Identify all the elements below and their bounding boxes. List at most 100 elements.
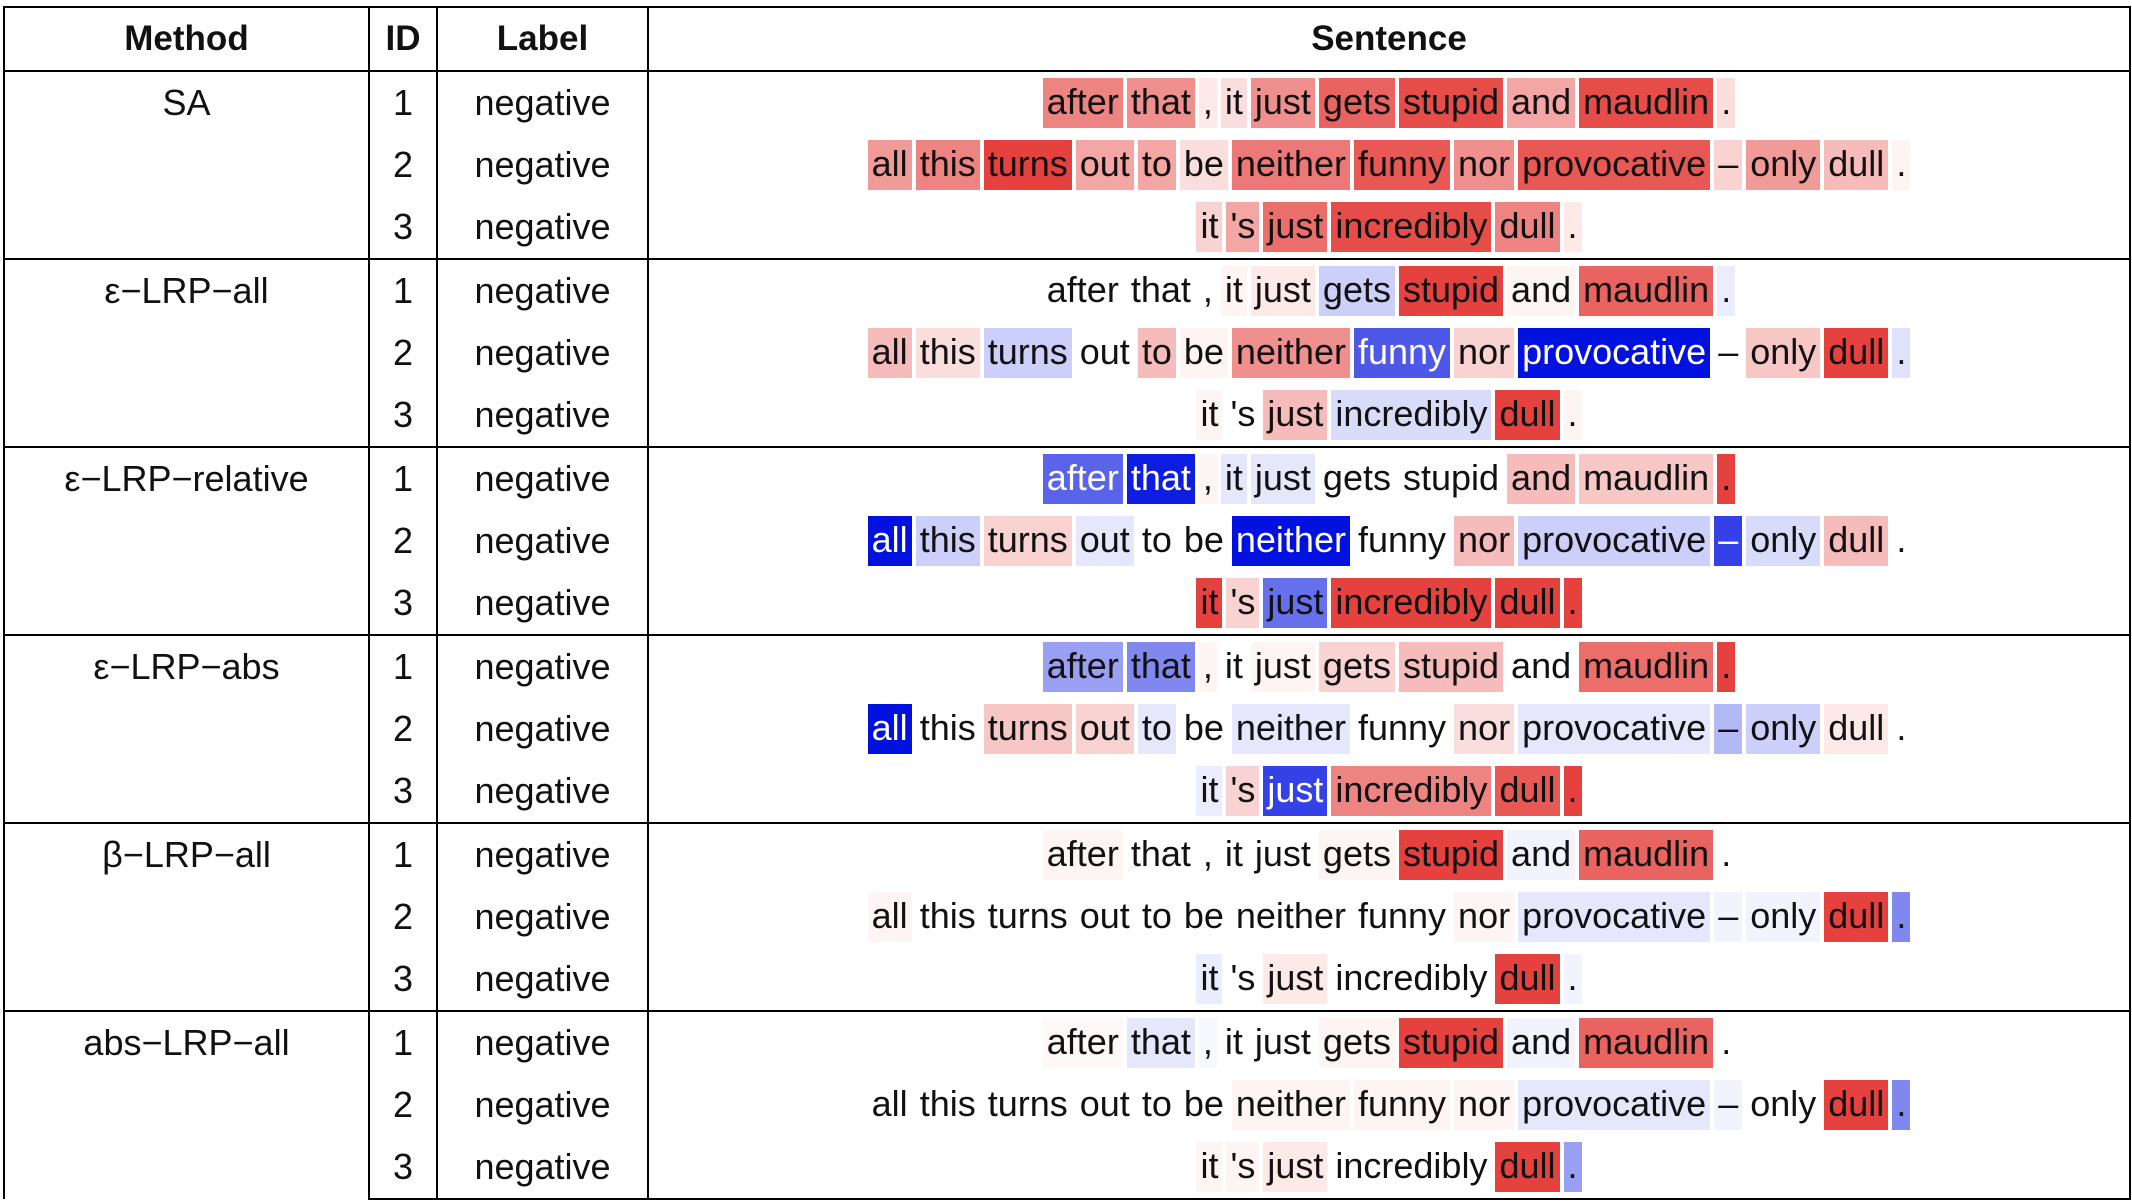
heatmap-token: and [1507,1018,1576,1068]
heatmap-token: funny [1353,140,1451,190]
heatmap-token: gets [1318,642,1395,692]
heatmap-token: it [1196,766,1223,816]
heatmap-token: to [1137,1080,1176,1130]
header-method: Method [3,6,370,72]
heatmap-token: it [1220,454,1247,504]
heatmap-sentence: all this turns out to be neither funny nor provoc… [866,892,1913,942]
heatmap-sentence: it's just incredibly dull. [1194,390,1583,440]
heatmap-token: that [1126,266,1195,316]
method-name: abs−LRP−all [83,1022,290,1063]
heatmap-token: this [915,892,980,942]
heatmap-token: dull [1495,390,1560,440]
heatmap-token: be [1179,140,1228,190]
sentence-cell: it's just incredibly dull. [647,948,2131,1012]
heatmap-token: . [1717,1018,1736,1068]
row-id: 1 [368,70,438,134]
heatmap-token: 's [1226,954,1260,1004]
row-label: negative [436,572,649,636]
heatmap-token: just [1250,454,1315,504]
results-table: Method ID Label Sentence SA 1 negative afte… [3,6,2131,1200]
heatmap-token: dull [1495,578,1560,628]
heatmap-token: incredibly [1331,954,1492,1004]
heatmap-token: dull [1495,954,1560,1004]
heatmap-token: – [1714,140,1743,190]
heatmap-token: be [1179,892,1228,942]
heatmap-token: it [1196,578,1223,628]
heatmap-token: all [867,704,912,754]
sentence-cell: it's just incredibly dull. [647,196,2131,260]
heatmap-token: gets [1318,830,1395,880]
sentence-cell: after that, it just gets stupid and maudlin. [647,634,2131,698]
heatmap-token: after [1042,830,1123,880]
heatmap-token: only [1746,140,1821,190]
table-body: SA 1 negative after that, it just gets stupid and… [3,70,2131,1200]
heatmap-token: turns [983,140,1072,190]
heatmap-token: neither [1231,140,1350,190]
heatmap-token: incredibly [1331,202,1492,252]
row-label: negative [436,1136,649,1200]
header-sentence: Sentence [647,6,2131,72]
heatmap-token: nor [1454,892,1515,942]
heatmap-token: that [1126,830,1195,880]
heatmap-token: gets [1318,78,1395,128]
heatmap-token: this [915,516,980,566]
heatmap-token: turns [983,704,1072,754]
heatmap-token: gets [1318,1018,1395,1068]
heatmap-token: this [915,140,980,190]
heatmap-token: dull [1824,140,1889,190]
heatmap-token: incredibly [1331,390,1492,440]
method-name: SA [162,82,211,123]
heatmap-token: incredibly [1331,766,1492,816]
heatmap-token: be [1179,328,1228,378]
heatmap-token: this [915,1080,980,1130]
sentence-cell: all this turns out to be neither funny nor provoc… [647,886,2131,948]
heatmap-token: stupid [1398,266,1504,316]
heatmap-token: , [1198,78,1217,128]
heatmap-token: and [1507,642,1576,692]
row-id: 3 [368,760,438,824]
heatmap-sentence: after that, it just gets stupid and maudlin. [1041,78,1737,128]
table-row: ε−LRP−relative 1 negative after that, it just g… [3,446,2131,635]
heatmap-token: dull [1824,516,1889,566]
heatmap-token: funny [1353,516,1451,566]
sentence-cell: all this turns out to be neither funny nor provoc… [647,134,2131,196]
row-id: 2 [368,1074,438,1136]
heatmap-token: after [1042,642,1123,692]
heatmap-token: stupid [1398,830,1504,880]
heatmap-token: that [1126,454,1195,504]
heatmap-token: turns [983,892,1072,942]
heatmap-token: incredibly [1331,1142,1492,1192]
heatmap-token: 's [1226,1142,1260,1192]
heatmap-token: after [1042,454,1123,504]
heatmap-token: – [1714,892,1743,942]
row-label: negative [436,322,649,384]
row-id: 1 [368,446,438,510]
heatmap-token: maudlin [1579,454,1714,504]
sentence-cell: all this turns out to be neither funny nor provoc… [647,510,2131,572]
heatmap-token: all [867,328,912,378]
heatmap-token: just [1250,830,1315,880]
heatmap-sentence: it's just incredibly dull. [1194,766,1583,816]
sentence-cell: all this turns out to be neither funny nor provoc… [647,698,2131,760]
sentence-cell: all this turns out to be neither funny nor provoc… [647,322,2131,384]
heatmap-token: maudlin [1579,266,1714,316]
heatmap-token: . [1717,642,1736,692]
heatmap-token: . [1717,454,1736,504]
page: { "header": { "method": "Method", "id": … [0,0,2132,1204]
row-id: 3 [368,196,438,260]
row-id: 3 [368,384,438,448]
heatmap-token: neither [1231,516,1350,566]
heatmap-token: dull [1824,704,1889,754]
row-id: 3 [368,572,438,636]
header-id: ID [368,6,438,72]
row-label: negative [436,510,649,572]
heatmap-token: out [1075,328,1134,378]
heatmap-token: provocative [1518,516,1711,566]
heatmap-token: stupid [1398,78,1504,128]
heatmap-token: nor [1454,1080,1515,1130]
heatmap-token: . [1717,78,1736,128]
heatmap-token: this [915,704,980,754]
heatmap-token: , [1198,830,1217,880]
table-row: β−LRP−all 1 negative after that, it just gets st… [3,822,2131,1011]
row-id: 2 [368,322,438,384]
